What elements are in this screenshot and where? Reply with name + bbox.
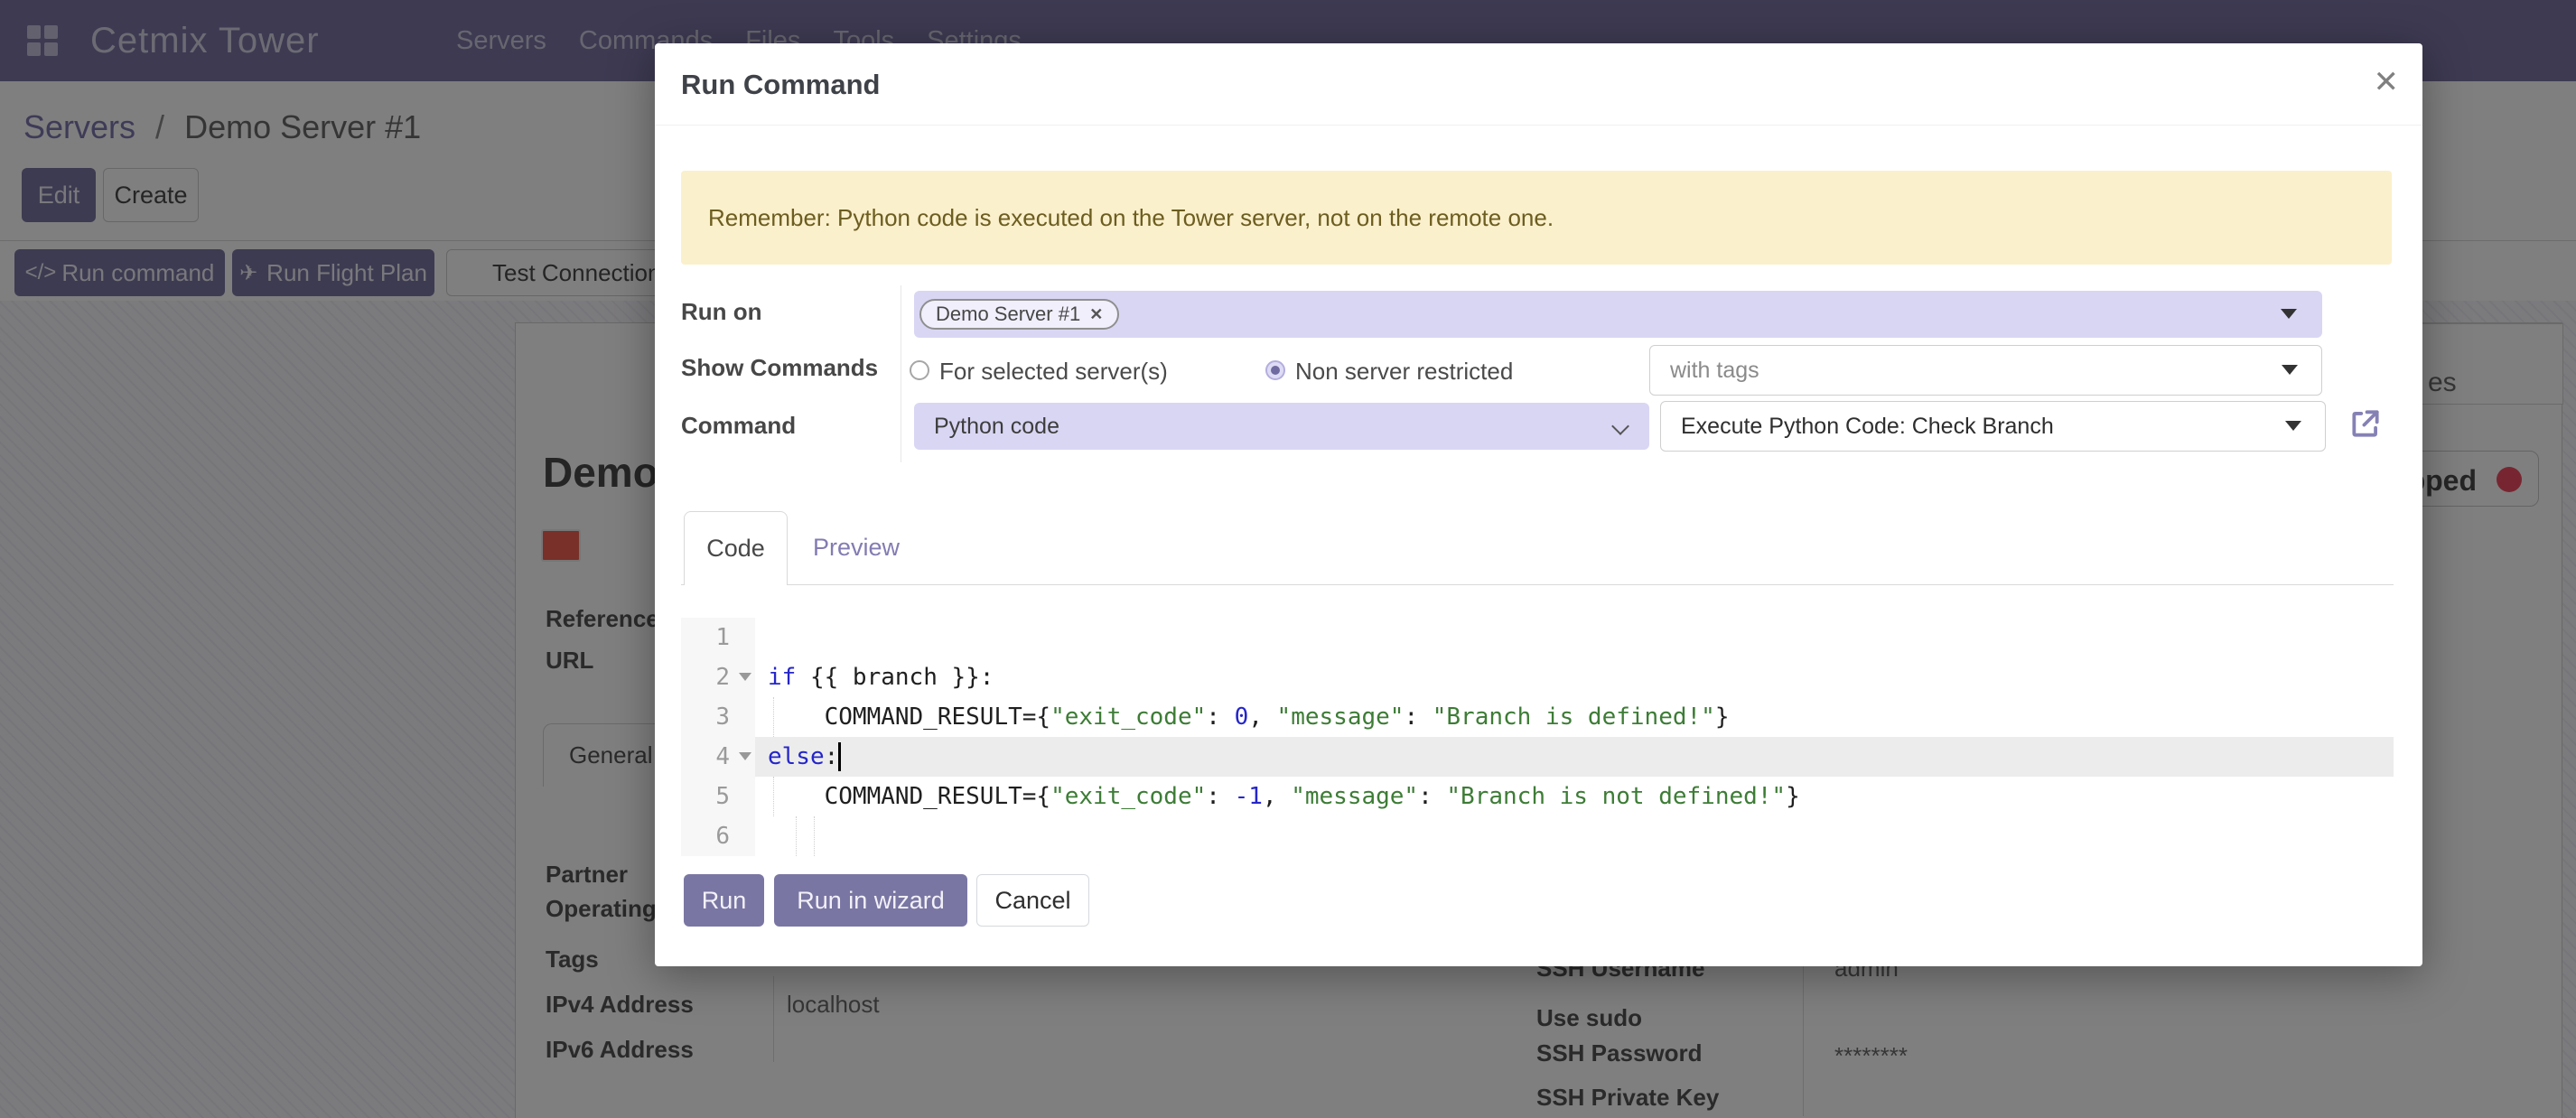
modal-title: Run Command [681,69,880,101]
command-type-value: Python code [934,414,1059,440]
fold-arrow-icon[interactable] [739,752,751,760]
command-caret-icon[interactable] [2285,421,2301,431]
line-number: 6 [681,816,755,856]
command-type-select[interactable]: Python code [914,403,1649,450]
screen: Cetmix Tower Servers Commands Files Tool… [0,0,2576,1118]
cancel-button[interactable]: Cancel [976,874,1089,927]
indent-guide [773,697,774,737]
line-number: 1 [681,618,755,657]
label-command: Command [681,412,796,440]
indent-guide [796,816,797,856]
with-tags-placeholder: with tags [1670,358,1759,384]
modal-header-divider [655,125,2422,126]
run-in-wizard-button[interactable]: Run in wizard [774,874,967,927]
tab-preview[interactable]: Preview [813,534,900,562]
line-number[interactable]: 4 [681,737,755,777]
tag-remove-icon[interactable]: ✕ [1089,305,1103,324]
tabs-divider [681,584,2394,585]
radio-for-selected-servers[interactable] [910,360,929,380]
code-line: 6 [681,816,2394,856]
python-warning-alert: Remember: Python code is executed on the… [681,171,2392,265]
code-line: 3 COMMAND_RESULT={"exit_code": 0, "messa… [681,697,2394,737]
line-number[interactable]: 2 [681,657,755,697]
code-line: 1 [681,618,2394,657]
with-tags-field[interactable]: with tags [1649,345,2322,396]
indent-guide [814,816,815,856]
server-tag-label: Demo Server #1 [936,303,1080,326]
run-button[interactable]: Run [684,874,764,927]
text-cursor [838,742,841,771]
radio-non-server-restricted[interactable] [1265,360,1285,380]
run-on-caret-icon[interactable] [2281,309,2297,319]
tab-code[interactable]: Code [684,511,788,585]
radio-label-selected-servers[interactable]: For selected server(s) [939,358,1168,386]
label-run-on: Run on [681,298,762,326]
close-icon[interactable]: ✕ [2374,67,2400,98]
fold-arrow-icon[interactable] [739,673,751,681]
run-on-field[interactable]: Demo Server #1 ✕ [914,291,2322,338]
radio-label-non-restricted[interactable]: Non server restricted [1295,358,1513,386]
external-link-icon[interactable] [2348,406,2383,441]
server-tag-pill[interactable]: Demo Server #1 ✕ [919,299,1119,330]
run-command-modal: Run Command ✕ Remember: Python code is e… [655,43,2422,966]
code-line: 5 COMMAND_RESULT={"exit_code": -1, "mess… [681,777,2394,816]
command-field[interactable]: Execute Python Code: Check Branch [1660,401,2326,452]
with-tags-caret-icon[interactable] [2282,365,2298,375]
label-show-commands: Show Commands [681,354,878,382]
line-number: 3 [681,697,755,737]
code-editor[interactable]: 12if {{ branch }}:3 COMMAND_RESULT={"exi… [681,618,2394,856]
command-value: Execute Python Code: Check Branch [1681,414,2054,440]
line-number: 5 [681,777,755,816]
indent-guide [773,777,774,816]
code-line: 2if {{ branch }}: [681,657,2394,697]
code-line: 4else: [681,737,2394,777]
